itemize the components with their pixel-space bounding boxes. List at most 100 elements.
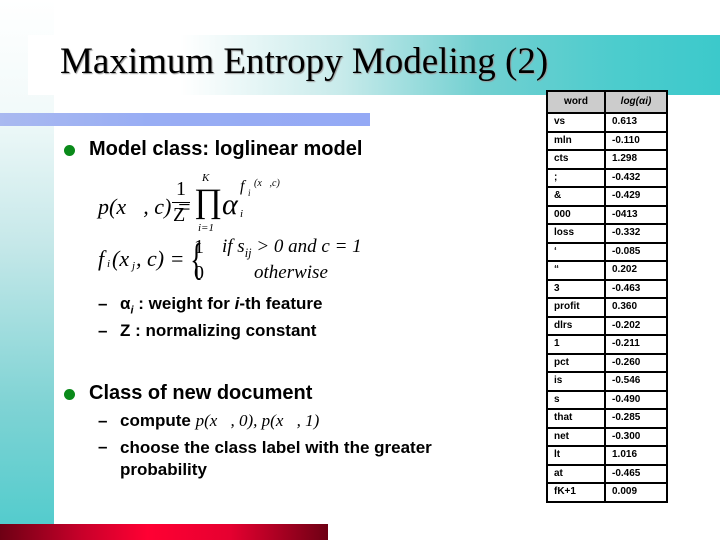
formula2-lhs-sub: i [107, 258, 111, 270]
table-row: is -0.546 [546, 371, 668, 392]
cell-word: 1 [546, 334, 606, 355]
cell-word: mln [546, 130, 606, 151]
header-log-alpha: log(αi) [604, 90, 668, 114]
bullet-dot [64, 389, 75, 400]
bullet-model-class: Model class: loglinear model [89, 138, 363, 160]
cell-word: “ [546, 260, 606, 281]
table-row: lt 1.016 [546, 445, 668, 466]
header-word: word [546, 90, 606, 114]
formula2-lhs-end: , c) = [136, 246, 185, 271]
cell-word: 000 [546, 204, 606, 225]
cell-word: 3 [546, 278, 606, 299]
cell-word: net [546, 426, 606, 447]
formula1-exponent-sub: i [248, 188, 251, 198]
sub-bullet-alpha: αi : weight for i-th feature [120, 294, 323, 317]
cell-log-alpha: 1.016 [604, 445, 668, 466]
cell-log-alpha: -0.463 [604, 278, 668, 299]
word-table: word log(αi) vs 0.613 mln -0.110 cts 1.298; -0… [546, 90, 668, 503]
cell-log-alpha: -0.432 [604, 167, 668, 188]
formula1-frac-den: Z [173, 204, 186, 226]
formula1-exponent-args: (x⃗,c) [254, 178, 280, 189]
cell-word: pct [546, 352, 606, 373]
cell-word: ; [546, 167, 606, 188]
table-row: ; -0.432 [546, 167, 668, 188]
cell-log-alpha: 0.360 [604, 297, 668, 318]
cell-log-alpha: -0.332 [604, 223, 668, 244]
cell-log-alpha: -0.260 [604, 352, 668, 373]
bullet-class-new-document: Class of new document [89, 382, 313, 404]
cell-word: vs [546, 112, 606, 133]
table-row: that -0.285 [546, 408, 668, 429]
cell-word: s [546, 389, 606, 410]
cell-word: fK+1 [546, 482, 606, 503]
formula1-product-symbol: ∏ [194, 183, 222, 220]
table-row: net -0.300 [546, 426, 668, 447]
formula2-lhs-args-sub: j [132, 260, 136, 272]
cell-log-alpha: 0.009 [604, 482, 668, 503]
cell-word: loss [546, 223, 606, 244]
sub-bullet-choose: choose the class label with the greater p… [120, 438, 432, 479]
cell-log-alpha: -0.285 [604, 408, 668, 429]
cell-word: cts [546, 149, 606, 170]
table-row: loss -0.332 [546, 223, 668, 244]
cell-log-alpha: -0.085 [604, 241, 668, 262]
formula1-frac-num: 1 [176, 178, 186, 200]
table-row: 000 -0413 [546, 204, 668, 225]
table-row: vs 0.613 [546, 112, 668, 133]
cell-word: & [546, 186, 606, 207]
formula2-case1-cond: if sij > 0 and c = 1 [222, 236, 362, 260]
cell-log-alpha: 1.298 [604, 149, 668, 170]
dash-marker: – [98, 411, 108, 430]
cell-word: lt [546, 445, 606, 466]
formula1-prod-lower: i=1 [198, 222, 214, 234]
formula1-alpha: α [222, 188, 238, 221]
formula-feature-function: f i (x⃗ j , c) = { 1 if sij > 0 and c = … [98, 236, 368, 286]
cell-word: at [546, 463, 606, 484]
cell-log-alpha: -0.202 [604, 315, 668, 336]
table-row: cts 1.298 [546, 149, 668, 170]
sub-bullet-z: Z : normalizing constant [120, 321, 317, 340]
formula-loglinear: p(x⃗, c) = 1 Z K ∏ i=1 α i f i (x⃗,c) [98, 172, 358, 238]
cell-word: profit [546, 297, 606, 318]
formula2-case2-value: 0 [194, 262, 204, 284]
cell-word: ‘ [546, 241, 606, 262]
dash-marker: – [98, 437, 108, 456]
cell-log-alpha: -0.211 [604, 334, 668, 355]
table-row: mln -0.110 [546, 130, 668, 151]
formula2-case2-cond: otherwise [254, 262, 328, 283]
cell-log-alpha: 0.202 [604, 260, 668, 281]
formula1-alpha-sub: i [240, 208, 244, 220]
cell-log-alpha: -0.465 [604, 463, 668, 484]
cell-log-alpha: -0.300 [604, 426, 668, 447]
cell-log-alpha: -0413 [604, 204, 668, 225]
table-row: pct -0.260 [546, 352, 668, 373]
red-accent-bar [0, 524, 328, 540]
dash-marker: – [98, 321, 108, 340]
cell-log-alpha: -0.429 [604, 186, 668, 207]
formula1-frac-line [172, 202, 190, 203]
table-header-row: word log(αi) [546, 90, 668, 114]
cell-log-alpha: -0.490 [604, 389, 668, 410]
table-row: profit 0.360 [546, 297, 668, 318]
table-row: ‘-0.085 [546, 241, 668, 262]
word-weight-table: word log(αi) vs 0.613 mln -0.110 cts 1.298; -0… [546, 90, 668, 503]
slide-title: Maximum Entropy Modeling (2) [60, 41, 549, 82]
cell-log-alpha: -0.110 [604, 130, 668, 151]
formula1-exponent: f [240, 178, 245, 195]
cell-word: dlrs [546, 315, 606, 336]
sub-bullet-compute: compute p(x⃗, 0), p(x⃗, 1) [120, 411, 320, 430]
blue-accent-bar [0, 113, 370, 126]
cell-log-alpha: 0.613 [604, 112, 668, 133]
table-row: fK+1 0.009 [546, 482, 668, 503]
cell-log-alpha: -0.546 [604, 371, 668, 392]
table-row: s -0.490 [546, 389, 668, 410]
formula2-case1-value: 1 [194, 236, 204, 258]
table-row: “0.202 [546, 260, 668, 281]
table-row: at -0.465 [546, 463, 668, 484]
table-row: 1 -0.211 [546, 334, 668, 355]
table-row: & -0.429 [546, 186, 668, 207]
cell-word: that [546, 408, 606, 429]
cell-word: is [546, 371, 606, 392]
table-row: dlrs -0.202 [546, 315, 668, 336]
formula2-lhs: f [98, 246, 105, 271]
